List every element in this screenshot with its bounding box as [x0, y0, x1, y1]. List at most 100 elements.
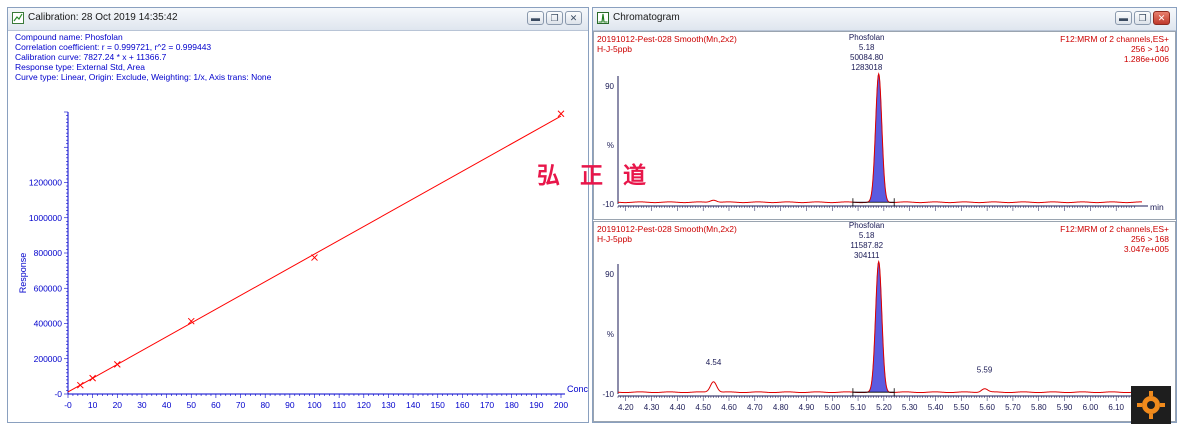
close-button[interactable]: ✕: [1153, 11, 1170, 25]
close-button[interactable]: ✕: [565, 11, 582, 25]
x-tick-label: 170: [480, 400, 494, 410]
y-tick-label: 90: [605, 82, 614, 91]
minor-peak-label: 4.54: [706, 358, 722, 367]
y-tick-label: 400000: [34, 319, 63, 329]
chromatogram-trace-1: 90% -10 min Phosfolan5.1850084.801283018: [602, 33, 1164, 212]
x-tick-label: 150: [431, 400, 445, 410]
peak-label: 304111: [854, 251, 880, 260]
x-tick-label: 4.80: [773, 403, 789, 412]
x-tick-label: 5.30: [902, 403, 918, 412]
chromatogram-window: Chromatogram ▬ ❐ ✕ 20191012-Pest-028 Smo…: [592, 7, 1177, 423]
calibration-title: Calibration: 28 Oct 2019 14:35:42: [28, 12, 178, 23]
watermark-text: 弘 正 道: [537, 162, 653, 189]
y-axis-title: Response: [18, 253, 28, 294]
x-tick-label: 4.90: [799, 403, 815, 412]
x-tick-label: 160: [455, 400, 469, 410]
data-point: [311, 254, 318, 261]
data-point: [89, 374, 97, 382]
x-tick-label: -0: [64, 400, 72, 410]
x-tick-label: 5.60: [979, 403, 995, 412]
x-tick-label: 70: [236, 400, 246, 410]
x-tick-label: 80: [260, 400, 270, 410]
chromatogram-title: Chromatogram: [613, 12, 680, 23]
chromatogram-trace-2: 90% -10 4.20 4.30 4.40 4.50 4.60 4.70 4.80 4.90 5.…: [602, 222, 1148, 412]
x-tick-label: 5.40: [928, 403, 944, 412]
x-tick-label: 5.00: [824, 403, 840, 412]
x-tick-label: 4.60: [721, 403, 737, 412]
y-tick-label: -0: [54, 389, 62, 399]
peak-label: 1283018: [851, 63, 883, 72]
calibration-window: Calibration: 28 Oct 2019 14:35:42 ▬ ❐ ✕ …: [7, 7, 589, 423]
curve-type-text: Curve type: Linear, Origin: Exclude, Wei…: [15, 72, 272, 82]
y-tick-label: 800000: [34, 248, 63, 258]
x-tick-label: 120: [357, 400, 371, 410]
calibration-titlebar[interactable]: Calibration: 28 Oct 2019 14:35:42 ▬ ❐ ✕: [8, 8, 588, 31]
chart-icon: [12, 12, 24, 24]
x-tick-label: 4.40: [670, 403, 686, 412]
x-tick-label: 10: [88, 400, 98, 410]
x-tick-label: 5.20: [876, 403, 892, 412]
x-tick-label: 5.10: [850, 403, 866, 412]
y-tick-label: -10: [602, 390, 614, 399]
data-point: [557, 110, 565, 118]
minor-peak-label: 5.59: [977, 365, 993, 374]
x-tick-label: 5.90: [1057, 403, 1073, 412]
peak-label: 50084.80: [850, 53, 884, 62]
chromatogram-panel-1[interactable]: 20191012-Pest-028 Smooth(Mn,2x2) H-J-5pp…: [593, 31, 1176, 220]
x-tick-label: 190: [529, 400, 543, 410]
data-point: [76, 381, 84, 389]
minimize-button[interactable]: ▬: [527, 11, 544, 25]
x-tick-label: 6.00: [1083, 403, 1099, 412]
peak-label: Phosfolan: [849, 222, 885, 230]
x-tick-label: 4.50: [695, 403, 711, 412]
chromatogram-panel-2[interactable]: 20191012-Pest-028 Smooth(Mn,2x2) H-J-5pp…: [593, 221, 1176, 422]
x-tick-label: 50: [187, 400, 197, 410]
y-tick-label: 200000: [34, 354, 63, 364]
y-tick-label: %: [607, 330, 614, 339]
peak-label: 5.18: [859, 43, 875, 52]
x-tick-label: 110: [332, 400, 346, 410]
settings-gear-icon[interactable]: [1131, 386, 1171, 424]
main-peak-area: [853, 260, 895, 393]
peak-label: 11587.82: [850, 241, 883, 250]
compound-name-text: Compound name: Phosfolan: [15, 32, 123, 42]
x-tick-label: 4.20: [618, 403, 634, 412]
correlation-text: Correlation coefficient: r = 0.999721, r…: [15, 42, 212, 52]
peak-label: Phosfolan: [849, 33, 885, 42]
data-point: [113, 361, 121, 368]
response-type-text: Response type: External Std, Area: [15, 62, 145, 72]
x-tick-label: 5.50: [954, 403, 970, 412]
main-peak-area: [853, 72, 895, 203]
chromatogram-titlebar[interactable]: Chromatogram ▬ ❐ ✕: [593, 8, 1176, 31]
x-tick-label: 40: [162, 400, 172, 410]
y-tick-label: -10: [602, 200, 614, 209]
x-tick-label: 20: [113, 400, 123, 410]
peak-icon: [597, 12, 609, 24]
x-tick-label: 130: [381, 400, 395, 410]
y-tick-label: 90: [605, 270, 614, 279]
x-tick-label: 6.10: [1108, 403, 1124, 412]
restore-button[interactable]: ❐: [546, 11, 563, 25]
calibration-plot: -0 10 20 30 40 50 60 70 80 90 100 110 120 130 140 150 16…: [18, 110, 588, 410]
x-tick-label: 30: [137, 400, 147, 410]
y-tick-label: 1200000: [29, 178, 62, 188]
restore-button[interactable]: ❐: [1134, 11, 1151, 25]
x-tick-label: 180: [505, 400, 519, 410]
x-tick-label: 100: [307, 400, 321, 410]
x-axis-unit: min: [1150, 202, 1164, 212]
x-tick-label: 5.70: [1005, 403, 1021, 412]
x-tick-label: 200: [554, 400, 568, 410]
y-tick-label: 600000: [34, 283, 63, 293]
y-tick-label: 1000000: [29, 213, 62, 223]
x-tick-label: 4.70: [747, 403, 763, 412]
peak-label: 5.18: [859, 231, 875, 240]
calibration-curve-text: Calibration curve: 7827.24 * x + 11366.7: [15, 52, 167, 62]
x-axis-title: Conc: [567, 384, 588, 394]
minimize-button[interactable]: ▬: [1115, 11, 1132, 25]
x-tick-label: 90: [285, 400, 295, 410]
x-tick-label: 5.80: [1031, 403, 1047, 412]
y-tick-label: %: [607, 141, 614, 150]
x-tick-label: 60: [211, 400, 221, 410]
x-tick-label: 140: [406, 400, 420, 410]
x-tick-label: 4.30: [644, 403, 660, 412]
